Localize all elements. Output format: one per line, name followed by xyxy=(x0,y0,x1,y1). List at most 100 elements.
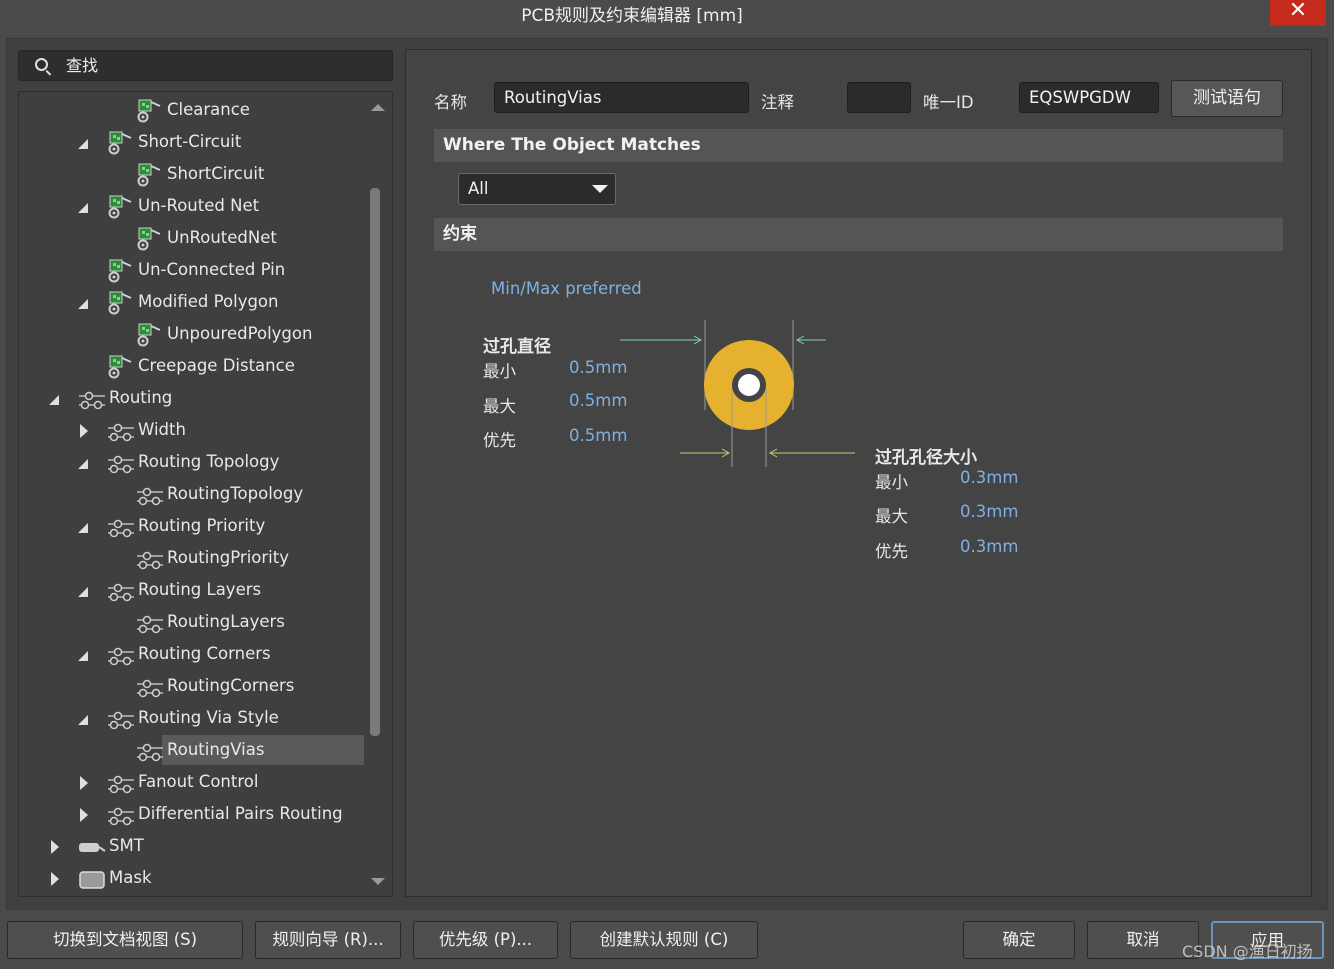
expanded-triangle-icon[interactable] xyxy=(78,203,88,213)
smt-icon xyxy=(77,833,106,861)
expanded-triangle-icon[interactable] xyxy=(78,523,88,533)
routing-icon xyxy=(135,481,163,509)
expanded-triangle-icon[interactable] xyxy=(78,651,88,661)
tree-item-label: SMT xyxy=(109,836,144,855)
constraints-section-header: 约束 xyxy=(434,218,1283,251)
tree-item[interactable]: Creepage Distance xyxy=(19,351,374,381)
hole-size-min-value[interactable]: 0.3mm xyxy=(960,468,1018,487)
tree-item[interactable]: ShortCircuit xyxy=(19,159,374,189)
uid-field[interactable]: EQSWPGDW xyxy=(1019,82,1159,113)
routing-icon xyxy=(135,609,163,637)
tree-item-label: RoutingLayers xyxy=(167,612,285,631)
tree-item[interactable]: Clearance xyxy=(19,95,374,125)
expanded-triangle-icon[interactable] xyxy=(78,587,88,597)
tree-scrollbar-thumb[interactable] xyxy=(370,188,380,736)
tree-item-label: Fanout Control xyxy=(138,772,259,791)
tree-item-label: RoutingPriority xyxy=(167,548,289,567)
tree-item[interactable]: Un-Connected Pin xyxy=(19,255,374,285)
tree-item[interactable]: RoutingTopology xyxy=(19,479,374,509)
collapsed-triangle-icon[interactable] xyxy=(51,872,59,886)
routing-icon xyxy=(106,705,134,733)
search-input[interactable]: 查找 xyxy=(66,51,98,80)
expanded-triangle-icon[interactable] xyxy=(78,299,88,309)
hole-size-min-label: 最小 xyxy=(875,473,908,492)
tree-item[interactable]: Mask xyxy=(19,863,374,893)
scroll-down-arrow-icon[interactable] xyxy=(371,878,385,885)
tree-item-label: Routing Corners xyxy=(138,644,271,663)
expanded-triangle-icon[interactable] xyxy=(78,459,88,469)
routing-icon xyxy=(106,577,134,605)
routing-icon xyxy=(135,545,163,573)
rule-icon xyxy=(135,225,163,253)
routing-icon xyxy=(106,513,134,541)
tree-item[interactable]: UnpouredPolygon xyxy=(19,319,374,349)
match-select-value: All xyxy=(468,179,489,198)
ok-button[interactable]: 确定 xyxy=(963,921,1075,959)
name-field[interactable]: RoutingVias xyxy=(494,82,749,113)
tree-item[interactable]: Modified Polygon xyxy=(19,287,374,317)
uid-label: 唯一ID xyxy=(923,93,974,112)
tree-item[interactable]: RoutingLayers xyxy=(19,607,374,637)
collapsed-triangle-icon[interactable] xyxy=(80,424,88,438)
close-button[interactable]: ✕ xyxy=(1270,0,1326,26)
chevron-down-icon xyxy=(592,185,608,193)
tree-item-label: Un-Routed Net xyxy=(138,196,260,215)
tree-item[interactable]: Routing Layers xyxy=(19,575,374,605)
collapsed-triangle-icon[interactable] xyxy=(80,776,88,790)
hole-size-max-value[interactable]: 0.3mm xyxy=(960,502,1018,521)
hole-size-max-label: 最大 xyxy=(875,507,908,526)
tree-item[interactable]: Routing Topology xyxy=(19,447,374,477)
rules-tree[interactable]: Clearance Short-Circuit ShortCircuit Un-Rou… xyxy=(18,91,393,897)
rule-icon xyxy=(106,129,134,157)
tree-item[interactable]: RoutingPriority xyxy=(19,543,374,573)
routing-icon xyxy=(77,385,105,413)
expanded-triangle-icon[interactable] xyxy=(49,395,59,405)
priorities-button[interactable]: 优先级 (P)... xyxy=(413,921,558,959)
tree-item-label: Routing xyxy=(109,388,173,407)
tree-item[interactable]: Short-Circuit xyxy=(19,127,374,157)
routing-icon xyxy=(106,449,134,477)
tree-item[interactable]: SMT xyxy=(19,831,374,861)
tree-item[interactable]: Differential Pairs Routing xyxy=(19,799,374,829)
test-query-button[interactable]: 测试语句 xyxy=(1171,80,1283,117)
tree-item[interactable]: UnRoutedNet xyxy=(19,223,374,253)
routing-icon xyxy=(106,641,134,669)
tree-item[interactable]: Routing Corners xyxy=(19,639,374,669)
tree-item-label: Routing Via Style xyxy=(138,708,279,727)
hole-size-preferred-value[interactable]: 0.3mm xyxy=(960,537,1018,556)
tree-item-label: ShortCircuit xyxy=(167,164,265,183)
create-default-rules-button[interactable]: 创建默认规则 (C) xyxy=(570,921,758,959)
watermark: CSDN @渔日初扬 xyxy=(1182,942,1313,961)
scroll-up-arrow-icon[interactable] xyxy=(371,104,385,111)
tree-item[interactable]: Routing xyxy=(19,383,374,413)
search-icon xyxy=(35,58,48,71)
tree-item[interactable]: Routing Priority xyxy=(19,511,374,541)
rule-wizard-button[interactable]: 规则向导 (R)... xyxy=(255,921,401,959)
expanded-triangle-icon[interactable] xyxy=(78,139,88,149)
tree-item[interactable]: RoutingVias xyxy=(137,735,364,765)
tree-item-label: RoutingCorners xyxy=(167,676,295,695)
tree-item[interactable]: Un-Routed Net xyxy=(19,191,374,221)
tree-item-label: UnRoutedNet xyxy=(167,228,277,247)
tree-item[interactable]: RoutingCorners xyxy=(19,671,374,701)
match-select[interactable]: All xyxy=(458,173,616,205)
tree-item[interactable]: Routing Via Style xyxy=(19,703,374,733)
collapsed-triangle-icon[interactable] xyxy=(51,840,59,854)
constraint-mode-link[interactable]: Min/Max preferred xyxy=(491,279,642,298)
via-hole-highlight xyxy=(738,374,760,396)
tree-item-label: RoutingTopology xyxy=(167,484,304,503)
routing-icon xyxy=(135,737,163,765)
expanded-triangle-icon[interactable] xyxy=(78,715,88,725)
tree-item-label: Mask xyxy=(109,868,152,887)
switch-to-document-view-button[interactable]: 切换到文档视图 (S) xyxy=(7,921,243,959)
comment-field[interactable] xyxy=(847,82,911,113)
rule-icon xyxy=(135,321,163,349)
rule-icon xyxy=(106,257,134,285)
collapsed-triangle-icon[interactable] xyxy=(80,808,88,822)
tree-item-label: Width xyxy=(138,420,186,439)
tree-item[interactable]: Width xyxy=(19,415,374,445)
tree-item[interactable]: Fanout Control xyxy=(19,767,374,797)
tree-item-label: Routing Topology xyxy=(138,452,280,471)
search-box[interactable]: 查找 xyxy=(18,50,393,81)
rule-icon xyxy=(106,193,134,221)
